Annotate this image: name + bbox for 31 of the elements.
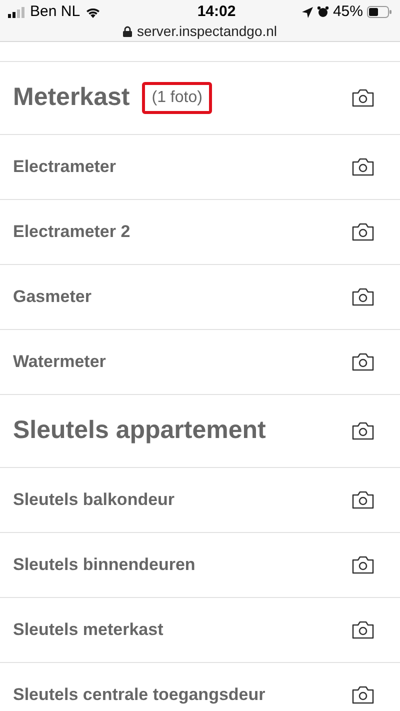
alarm-clock-icon: [316, 6, 329, 18]
list-item[interactable]: Sleutels balkondeur: [0, 468, 400, 533]
camera-icon[interactable]: [352, 158, 374, 176]
camera-icon[interactable]: [352, 223, 374, 241]
list-item[interactable]: Sleutels centrale toegangsdeur: [0, 663, 400, 711]
camera-icon[interactable]: [352, 686, 374, 704]
list-item[interactable]: Watermeter: [0, 330, 400, 395]
camera-icon[interactable]: [352, 422, 374, 440]
camera-icon[interactable]: [352, 89, 374, 107]
signal-icon: [8, 6, 25, 18]
camera-icon[interactable]: [352, 491, 374, 509]
list-item[interactable]: Sleutels binnendeuren: [0, 533, 400, 598]
section-title: Sleutels appartement: [13, 415, 266, 446]
list-item[interactable]: Electrameter: [0, 135, 400, 200]
camera-icon[interactable]: [352, 288, 374, 306]
lock-icon: [122, 26, 132, 36]
photo-count: (1 foto): [142, 82, 212, 114]
list-item[interactable]: Electrameter 2: [0, 200, 400, 265]
list-item[interactable]: Sleutels meterkast: [0, 598, 400, 663]
camera-icon[interactable]: [352, 621, 374, 639]
page-url[interactable]: server.inspectandgo.nl: [136, 20, 278, 42]
carrier-name: Ben NL: [30, 2, 80, 22]
clock-time: 14:02: [196, 2, 236, 22]
battery-icon: [366, 6, 392, 18]
section-title: Meterkast: [13, 82, 130, 114]
battery-percentage: 45%: [332, 2, 363, 22]
camera-icon[interactable]: [352, 353, 374, 371]
list-item[interactable]: Gasmeter: [0, 265, 400, 330]
camera-icon[interactable]: [352, 556, 374, 574]
location-arrow-icon: [302, 6, 313, 18]
wifi-icon: [85, 6, 102, 18]
